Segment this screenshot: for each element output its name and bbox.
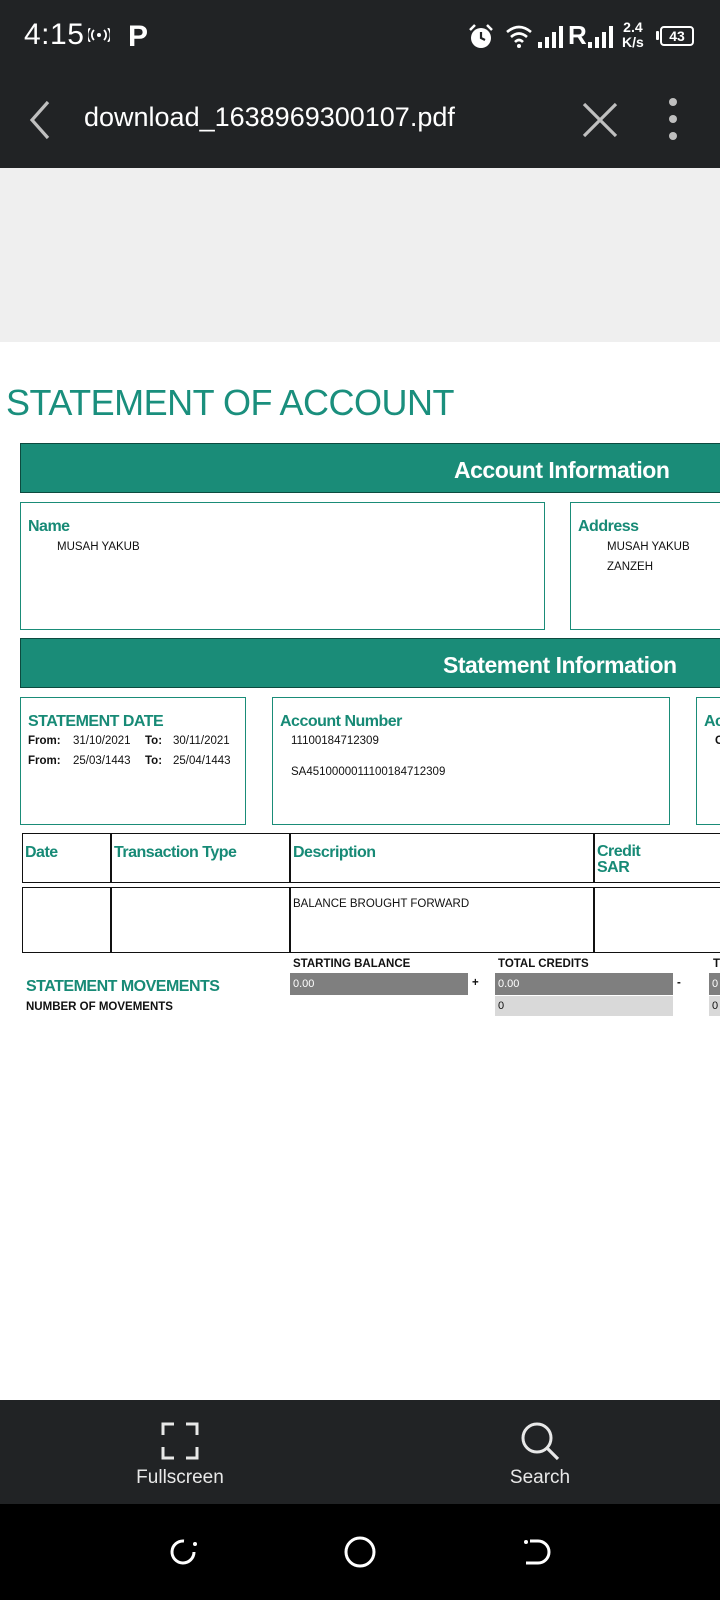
partial-summary-value: 0	[709, 973, 720, 995]
signal-icon	[588, 26, 613, 48]
total-credits-label: TOTAL CREDITS	[498, 958, 589, 970]
statement-movements-label: STATEMENT MOVEMENTS	[26, 978, 220, 995]
partial-summary-count: 0	[709, 996, 720, 1016]
network-speed: 2.4 K/s	[622, 20, 644, 50]
address-label: Address	[578, 518, 639, 535]
speed-unit: K/s	[622, 34, 644, 50]
system-nav-bar	[0, 1504, 720, 1600]
table-divider	[289, 887, 291, 953]
column-header-description: Description	[293, 844, 376, 861]
partial-info-label: Ac	[704, 713, 720, 730]
name-box: Name MUSAH YAKUB	[20, 502, 545, 630]
account-info-title: Account Information	[454, 457, 670, 483]
account-number-label: Account Number	[280, 713, 402, 730]
column-header-transaction-type: Transaction Type	[114, 844, 237, 861]
clock: 4:15	[24, 18, 85, 51]
row-description: BALANCE BROUGHT FORWARD	[293, 898, 470, 910]
starting-balance-label: STARTING BALANCE	[293, 958, 411, 970]
signal-icon	[538, 26, 563, 48]
address-box: Address MUSAH YAKUB ZANZEH	[570, 502, 720, 630]
pdf-background	[0, 168, 720, 342]
search-icon	[521, 1422, 560, 1461]
fullscreen-button[interactable]: Fullscreen	[120, 1416, 240, 1496]
plus-sign: +	[472, 977, 479, 989]
partial-info-box: Ac C	[696, 697, 720, 825]
statement-date-box: STATEMENT DATE From: 31/10/2021 To: 30/1…	[20, 697, 246, 825]
file-title: download_1638969300107.pdf	[84, 102, 455, 132]
hijri-to: 25/04/1443	[173, 755, 231, 767]
iban-value: SA4510000011100184712309	[291, 766, 446, 778]
total-credits-value: 0.00	[495, 973, 673, 995]
toolbar: download_1638969300107.pdf	[0, 72, 720, 168]
recents-icon[interactable]	[168, 1536, 200, 1568]
total-credits-count: 0	[495, 996, 673, 1016]
table-divider	[110, 887, 112, 953]
close-icon[interactable]	[580, 98, 620, 142]
roaming-label: R	[568, 20, 587, 50]
name-value: MUSAH YAKUB	[57, 541, 140, 553]
p-icon: P	[128, 20, 149, 53]
home-icon[interactable]	[343, 1535, 377, 1569]
from-label: From:	[28, 735, 61, 747]
address-line-1: MUSAH YAKUB	[607, 541, 690, 553]
gregorian-to: 30/11/2021	[173, 735, 230, 747]
to-label: To:	[145, 755, 163, 767]
search-label: Search	[509, 1467, 571, 1488]
statement-info-header: Statement Information	[20, 638, 720, 688]
partial-summary-label: T	[713, 958, 720, 970]
gregorian-from: 31/10/2021	[73, 735, 131, 747]
wifi-icon	[506, 25, 532, 48]
bottom-action-bar: Fullscreen Search	[0, 1400, 720, 1504]
status-bar: 4:15 P R 2.4 K/s 43	[0, 0, 720, 72]
account-number-value: 11100184712309	[291, 735, 379, 747]
table-divider	[593, 833, 595, 883]
battery-cap	[656, 31, 659, 40]
address-line-2: ZANZEH	[607, 561, 653, 573]
number-of-movements-label: NUMBER OF MOVEMENTS	[26, 1001, 173, 1013]
column-header-credit: Credit	[597, 843, 641, 860]
table-divider	[593, 887, 595, 953]
fullscreen-icon	[161, 1422, 199, 1460]
hotspot-icon	[88, 28, 110, 42]
column-header-currency: SAR	[597, 859, 630, 876]
statement-date-label: STATEMENT DATE	[28, 713, 164, 730]
more-icon[interactable]	[664, 96, 682, 142]
table-divider	[110, 833, 112, 883]
minus-sign: -	[677, 977, 681, 989]
document-title: STATEMENT OF ACCOUNT	[6, 382, 455, 423]
table-row	[22, 887, 720, 953]
partial-info-value: C	[715, 735, 720, 747]
speed-value: 2.4	[623, 19, 643, 35]
statement-info-title: Statement Information	[443, 652, 677, 678]
table-divider	[289, 833, 291, 883]
alarm-icon	[469, 24, 493, 48]
battery-icon: 43	[660, 26, 694, 46]
back-icon[interactable]	[26, 98, 56, 142]
from-label: From:	[28, 755, 61, 767]
hijri-from: 25/03/1443	[73, 755, 131, 767]
to-label: To:	[145, 735, 163, 747]
column-header-date: Date	[25, 844, 58, 861]
account-info-header: Account Information	[20, 443, 720, 493]
fullscreen-label: Fullscreen	[136, 1467, 224, 1488]
starting-balance-value: 0.00	[290, 973, 468, 995]
search-button[interactable]: Search	[480, 1416, 600, 1496]
back-nav-icon[interactable]	[520, 1536, 552, 1568]
account-number-box: Account Number 11100184712309 SA45100000…	[272, 697, 670, 825]
name-label: Name	[28, 518, 70, 535]
